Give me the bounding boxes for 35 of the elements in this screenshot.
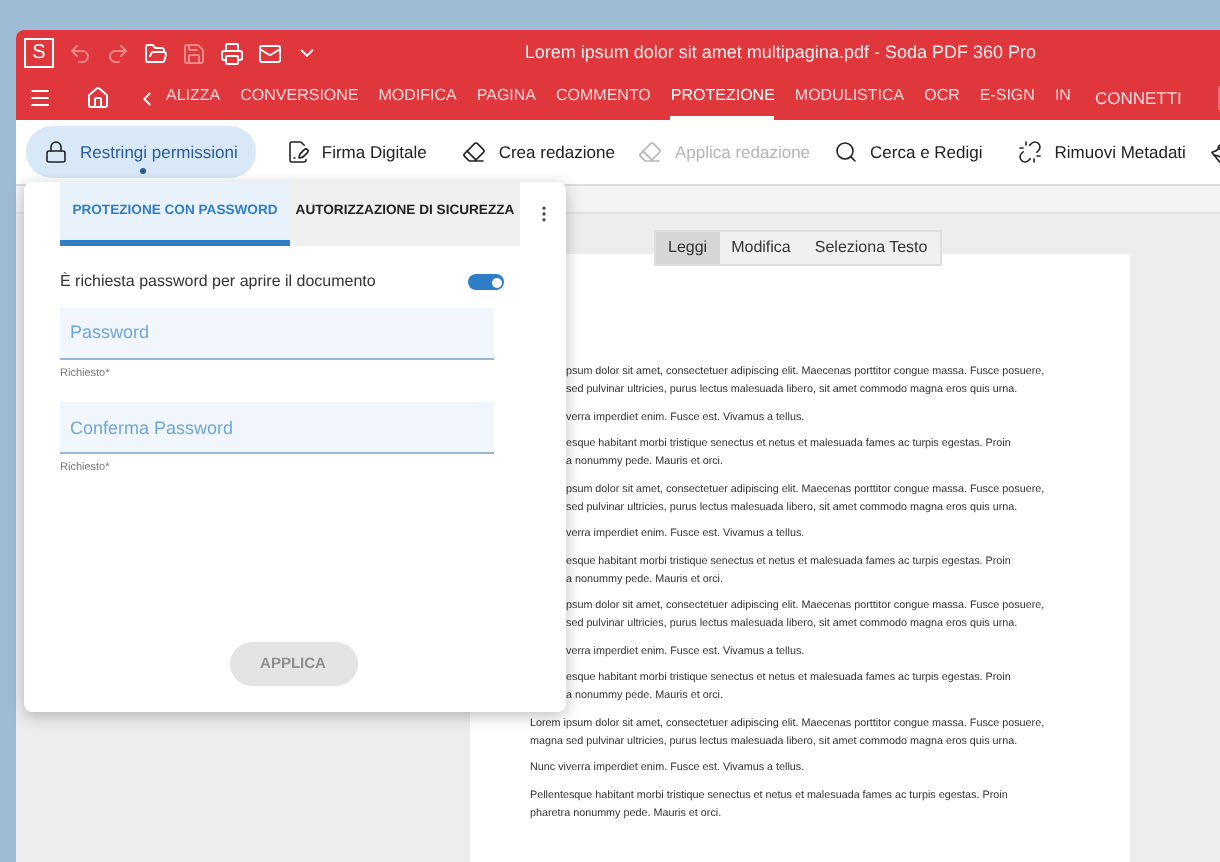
toolbar-button[interactable]: Rimuovi Metadati: [1012, 126, 1192, 178]
ribbon-tab[interactable]: COMMENTO: [556, 76, 651, 120]
ribbon-tab[interactable]: OCR: [924, 76, 960, 120]
toolbar-button[interactable]: Crea redazione: [456, 126, 621, 178]
toolbar-button[interactable]: Firma Digitale: [279, 126, 433, 178]
ribbon-tab[interactable]: CONVERSIONE: [240, 76, 359, 120]
view-mode-tab[interactable]: Modifica: [719, 232, 803, 264]
ribbon-tab[interactable]: PAGINA: [476, 76, 536, 120]
folder-icon[interactable]: [144, 41, 168, 65]
ribbon-tab[interactable]: MODIFICA: [378, 76, 457, 120]
toggle-label: È richiesta password per aprire il documento: [60, 270, 376, 294]
toolbar-button[interactable]: Cerca e Redigi: [828, 126, 989, 178]
ribbon-tab[interactable]: ALIZZA: [166, 76, 221, 120]
mail-icon[interactable]: [258, 41, 282, 65]
ribbon-tab[interactable]: MODULISTICA: [794, 76, 905, 120]
toolbar-button[interactable]: Restringi permissioni: [26, 126, 256, 178]
menu-icon[interactable]: [28, 86, 52, 110]
document-pen-icon: [285, 140, 310, 164]
window-title: Lorem ipsum dolor sit amet multipagina.pdf - Soda PDF 360 Pro: [524, 39, 1036, 66]
ribbon-tab[interactable]: IN: [1054, 76, 1071, 120]
connect-button[interactable]: CONNETTI: [1094, 85, 1182, 111]
broken-link-icon: [1018, 140, 1043, 164]
password-field[interactable]: Conferma Password: [60, 402, 494, 455]
eraser-icon: [462, 140, 487, 164]
home-icon[interactable]: [86, 86, 110, 110]
password-field[interactable]: Password: [60, 307, 494, 359]
search-icon: [834, 140, 859, 164]
lock-icon: [44, 140, 68, 164]
print-icon[interactable]: [220, 41, 244, 65]
app-logo: S: [24, 38, 54, 68]
eraser-icon: [638, 140, 663, 164]
view-mode-tab[interactable]: Seleziona Testo: [802, 232, 940, 264]
view-mode-tab[interactable]: Leggi: [656, 232, 720, 264]
ribbon-tab[interactable]: E-SIGN: [979, 76, 1035, 120]
toggle-switch[interactable]: [468, 274, 504, 290]
